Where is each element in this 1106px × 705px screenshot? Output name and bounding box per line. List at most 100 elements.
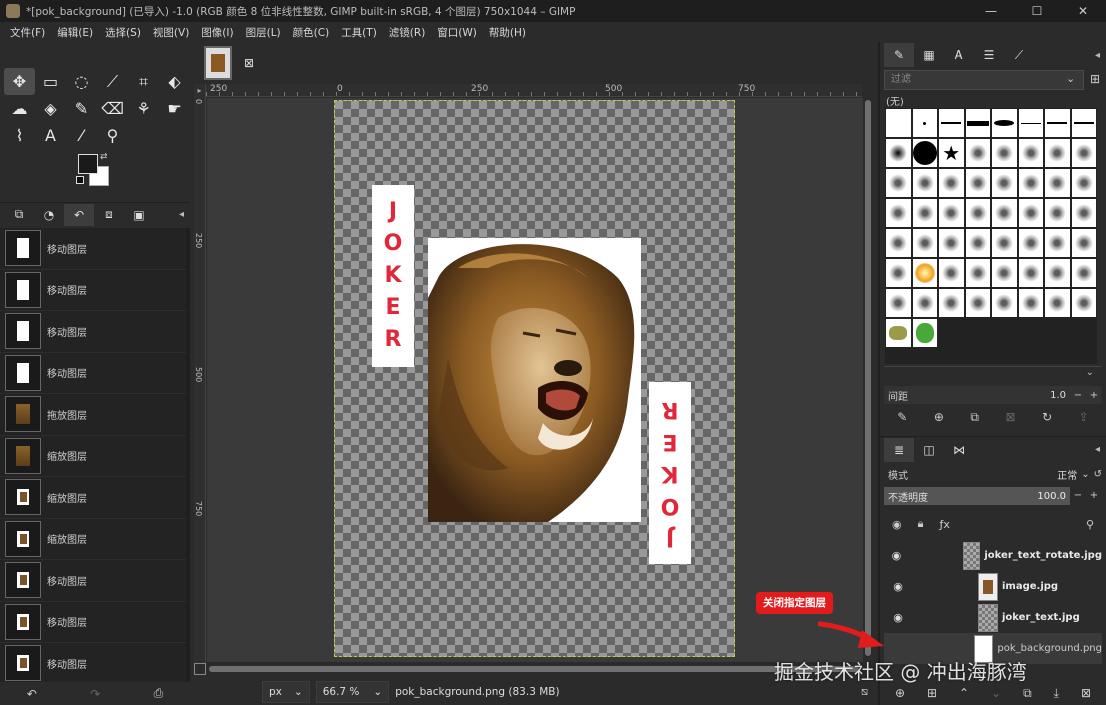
lock-icon[interactable]: 🔒︎ <box>918 517 924 531</box>
brush-swatch[interactable] <box>938 258 965 288</box>
brush-swatch[interactable] <box>1017 138 1044 168</box>
brush-swatch[interactable] <box>911 288 938 318</box>
decrease-icon[interactable]: − <box>1070 390 1086 401</box>
brush-swatch[interactable] <box>1017 258 1044 288</box>
close-button[interactable]: ✕ <box>1060 0 1106 22</box>
menu-filters[interactable]: 滤镜(R) <box>383 25 432 40</box>
history-item[interactable]: 移动图层 <box>0 353 186 394</box>
paintbrush-icon[interactable]: ✎ <box>66 95 97 122</box>
dock-menu-icon[interactable]: ◂ <box>179 209 184 220</box>
history-item[interactable]: 移动图层 <box>0 602 186 643</box>
brush-swatch[interactable] <box>885 138 912 168</box>
brush-swatch[interactable] <box>1017 168 1044 198</box>
history-item[interactable]: 移动图层 <box>0 270 186 311</box>
layer-row[interactable]: ◉ joker_text.jpg <box>884 602 1102 633</box>
brush-swatch[interactable] <box>938 108 965 138</box>
new-layer-group-icon[interactable]: ⊞ <box>927 686 937 700</box>
brush-swatch[interactable] <box>938 168 965 198</box>
brush-swatch[interactable] <box>991 108 1018 138</box>
transform-icon[interactable]: ⬖ <box>159 68 190 95</box>
brush-swatch[interactable] <box>911 108 938 138</box>
brush-swatch[interactable] <box>964 198 991 228</box>
brush-swatch[interactable] <box>964 168 991 198</box>
new-layer-icon[interactable]: ⊕ <box>895 686 905 700</box>
menu-colors[interactable]: 颜色(C) <box>287 25 336 40</box>
history-item[interactable]: 拖放图层 <box>0 394 186 436</box>
brush-swatch[interactable] <box>991 288 1018 318</box>
layer-visibility-eye-icon[interactable]: ◉ <box>888 549 905 562</box>
eye-icon[interactable]: ◉ <box>892 518 902 531</box>
refresh-brushes-icon[interactable]: ↻ <box>1042 410 1052 424</box>
brush-swatch[interactable] <box>1070 258 1097 288</box>
layer-name[interactable]: joker_text.jpg <box>1002 612 1080 623</box>
layer-visibility-eye-icon[interactable]: ◉ <box>888 611 908 624</box>
eraser-icon[interactable]: ⌫ <box>97 95 128 122</box>
warp-icon[interactable]: ☁ <box>4 95 35 122</box>
open-brush-as-image-icon[interactable]: ⇪ <box>1079 410 1089 424</box>
tab-undo-history[interactable]: ↶ <box>64 203 94 226</box>
menu-image[interactable]: 图像(I) <box>195 25 239 40</box>
layer-visibility-eye-icon[interactable]: ◉ <box>888 580 908 593</box>
dock-menu-icon[interactable]: ◂ <box>1095 444 1100 455</box>
rect-select-icon[interactable]: ▭ <box>35 68 66 95</box>
brush-swatch[interactable] <box>1044 138 1071 168</box>
brush-swatch[interactable] <box>964 288 991 318</box>
brush-swatch[interactable] <box>1070 198 1097 228</box>
increase-icon[interactable]: + <box>1086 487 1102 505</box>
vertical-scroll-thumb[interactable] <box>865 100 871 656</box>
chevron-down-icon[interactable]: ⌄ <box>1066 72 1075 85</box>
navigate-icon[interactable] <box>194 663 206 675</box>
brush-swatch[interactable] <box>938 288 965 318</box>
add-tag-icon[interactable]: ⊞ <box>1090 72 1100 86</box>
history-scrollbar[interactable] <box>186 228 190 682</box>
tab-device-status[interactable]: ◔ <box>34 204 64 226</box>
smudge-icon[interactable]: ☛ <box>159 95 190 122</box>
image-tab-thumbnail[interactable] <box>204 46 232 80</box>
move-tool-icon[interactable]: ✥ <box>4 68 35 95</box>
dock-menu-icon[interactable]: ◂ <box>1095 50 1100 61</box>
decrease-icon[interactable]: − <box>1070 487 1086 505</box>
mode-reset-icon[interactable]: ↺ <box>1094 469 1102 480</box>
history-item[interactable]: 移动图层 <box>0 643 186 682</box>
spacing-value[interactable]: 1.0 <box>1050 390 1066 401</box>
brush-swatch[interactable] <box>1017 198 1044 228</box>
horizontal-scroll-thumb[interactable] <box>209 666 859 672</box>
reset-colors-icon[interactable] <box>76 176 84 184</box>
brush-swatch[interactable] <box>885 258 912 288</box>
history-item[interactable]: 缩放图层 <box>0 436 186 477</box>
close-image-tab-icon[interactable]: ⊠ <box>244 56 254 70</box>
brush-swatch[interactable] <box>964 228 991 258</box>
opacity-value[interactable]: 100.0 <box>1037 491 1066 502</box>
image-canvas[interactable]: JOKER J O K E R <box>334 100 735 657</box>
layer-mode-row[interactable]: 模式 正常 ⌄ ↺ <box>884 464 1102 484</box>
tab-document-history-right[interactable]: ☰ <box>974 43 1004 67</box>
brush-swatch[interactable] <box>911 258 938 288</box>
tab-tool-presets[interactable]: ⟋ <box>1004 43 1034 67</box>
merge-layer-icon[interactable]: ⤓ <box>1054 686 1059 701</box>
bucket-fill-icon[interactable]: ◈ <box>35 95 66 122</box>
search-icon[interactable]: ⚲ <box>1086 518 1094 531</box>
history-item[interactable]: 移动图层 <box>0 560 186 602</box>
brush-swatch[interactable] <box>964 258 991 288</box>
mode-value[interactable]: 正常 <box>1057 467 1077 482</box>
new-brush-icon[interactable]: ⊕ <box>934 410 944 424</box>
layer-name[interactable]: pok_background.png <box>997 643 1102 654</box>
brush-swatch[interactable] <box>991 258 1018 288</box>
canvas-area[interactable]: JOKER J O K E R <box>207 98 863 662</box>
brush-swatch[interactable] <box>1044 108 1071 138</box>
brush-swatch[interactable] <box>1044 198 1071 228</box>
menu-tools[interactable]: 工具(T) <box>335 25 383 40</box>
brush-swatch[interactable] <box>885 108 912 138</box>
history-item[interactable]: 移动图层 <box>0 228 186 270</box>
color-picker-icon[interactable]: ⁄ <box>66 122 97 149</box>
menu-layer[interactable]: 图层(L) <box>240 25 287 40</box>
undo-icon[interactable]: ↶ <box>27 687 37 701</box>
lion-image-layer[interactable] <box>428 238 641 522</box>
duplicate-layer-icon[interactable]: ⧉ <box>1023 686 1032 701</box>
brush-swatch[interactable] <box>1017 288 1044 318</box>
layer-row[interactable]: ◉ image.jpg <box>884 571 1102 602</box>
layer-opacity-control[interactable]: 不透明度 100.0 − + <box>884 487 1102 505</box>
text-icon[interactable]: A <box>35 122 66 149</box>
fx-icon[interactable]: ƒx <box>939 518 949 531</box>
clear-history-icon[interactable]: ⎙ <box>154 686 164 701</box>
